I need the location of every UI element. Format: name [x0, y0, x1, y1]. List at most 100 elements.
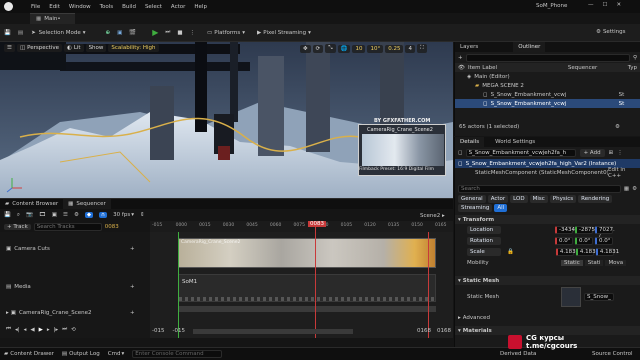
mesh-thumbnail[interactable] [561, 287, 581, 307]
timeline-ruler[interactable]: -015000000150030004500600075009001050120… [150, 221, 453, 232]
snap-icon[interactable]: ∩ [99, 212, 108, 218]
add-icon[interactable]: + [130, 310, 135, 316]
in-frame[interactable]: -015 [152, 328, 164, 334]
rotation-x[interactable]: 0.0° [555, 236, 573, 245]
save-icon[interactable]: 💾 [4, 212, 11, 218]
unreal-logo-icon[interactable] [4, 2, 13, 11]
location-label[interactable]: Location [467, 225, 501, 234]
source-control-button[interactable]: Source Control [592, 351, 633, 357]
maximize-viewport-icon[interactable]: ⛶ [416, 44, 427, 53]
film-icon[interactable]: 🎞 [39, 212, 46, 218]
minimize-icon[interactable]: — [588, 2, 594, 8]
save-icon[interactable]: 💾 [4, 30, 11, 36]
cmd-dropdown[interactable]: Cmd ▾ [108, 351, 124, 357]
jump-start-icon[interactable]: ⏮ [6, 326, 11, 333]
key-icon[interactable]: ◆ [84, 212, 94, 218]
outliner-search[interactable] [465, 53, 630, 62]
camera-icon[interactable]: 📷 [26, 212, 33, 218]
list-item[interactable]: ▰ MEGA SCENE 2 [455, 81, 640, 90]
prev-key-icon[interactable]: ◂| [15, 327, 20, 333]
lit-button[interactable]: ◐ Lit [64, 44, 84, 52]
mobility-static[interactable]: Static [561, 259, 583, 266]
derived-data-button[interactable]: Derived Data [500, 351, 536, 357]
step-icon[interactable]: ⏭ [165, 29, 170, 36]
add-icon[interactable]: + [130, 284, 135, 290]
filter-streaming[interactable]: Streaming [458, 204, 493, 212]
out-frame[interactable]: 0168 [417, 328, 431, 334]
close-icon[interactable]: ✕ [616, 2, 621, 8]
blueprint-icon[interactable]: ⊞ [609, 150, 614, 156]
play-button[interactable]: ▶ [152, 28, 158, 37]
next-frame-icon[interactable]: ▸ [47, 327, 50, 333]
filter-all[interactable]: All [494, 204, 508, 212]
find-icon[interactable]: ⌕ [17, 212, 20, 219]
menu-tools[interactable]: Tools [100, 4, 114, 10]
scale-snap-value[interactable]: 0.25 [385, 44, 404, 53]
component-row[interactable]: StaticMeshComponent (StaticMeshComponent… [455, 167, 640, 179]
location-z[interactable]: 7027.( [595, 225, 615, 240]
tab-world-settings[interactable]: World Settings [490, 139, 540, 145]
render-icon[interactable]: ▣ [52, 212, 57, 218]
selection-mode-button[interactable]: ➤ Selection Mode ▾ [31, 30, 85, 36]
rotation-label[interactable]: Rotation [467, 236, 501, 245]
track-search[interactable]: Search Tracks [33, 222, 102, 231]
play-reverse-icon[interactable]: ◀ [30, 327, 34, 333]
viewport-menu-icon[interactable]: ☰ [4, 44, 15, 52]
scale-z[interactable]: 4.1831 [595, 247, 619, 256]
advanced-section[interactable]: ▸ Advanced [455, 313, 640, 322]
list-item-selected[interactable]: ◻ S_Snow_Embankment_vcwj St [455, 99, 640, 108]
rotation-z[interactable]: 0.0° [595, 236, 613, 245]
platforms-button[interactable]: ▭ Platforms ▾ [207, 30, 245, 36]
edit-cpp-link[interactable]: Edit in C++ [608, 167, 640, 179]
add-icon[interactable]: + [458, 55, 463, 61]
scale-y[interactable]: 4.1831 [575, 247, 599, 256]
grid-snap-value[interactable]: 10 [352, 44, 366, 53]
lock-icon[interactable]: 🔒 [507, 249, 514, 255]
static-mesh-section[interactable]: ▾ Static Mesh [455, 276, 640, 285]
camera-speed-value[interactable]: 4 [405, 44, 415, 53]
in-frame-2[interactable]: -015 [172, 328, 184, 334]
menu-edit[interactable]: Edit [49, 4, 60, 10]
rotate-tool-icon[interactable]: ⟳ [312, 44, 324, 53]
stop-icon[interactable]: ■ [177, 30, 182, 36]
menu-build[interactable]: Build [122, 4, 136, 10]
range-scroll[interactable] [192, 328, 353, 334]
move-tool-icon[interactable]: ✥ [300, 44, 311, 53]
details-search[interactable]: Search [458, 184, 621, 193]
camera-rig-track-bar[interactable] [178, 306, 436, 312]
col-type[interactable]: Typ [628, 65, 637, 71]
menu-select[interactable]: Select [145, 4, 162, 10]
list-item[interactable]: ◻ S_Snow_Embankment_vcwj St [455, 90, 640, 99]
location-y[interactable]: -2875 [575, 225, 595, 234]
prev-frame-icon[interactable]: ◂ [24, 327, 27, 333]
mobility-movable[interactable]: Mova [605, 259, 627, 266]
loop-icon[interactable]: ⟲ [71, 327, 76, 333]
tab-details[interactable]: Details [455, 137, 485, 147]
track-camera-rig[interactable]: ▸ ▣ CameraRig_Crane_Scene2 [6, 310, 92, 316]
next-key-icon[interactable]: |▸ [54, 327, 59, 333]
add-component-button[interactable]: + Add [579, 149, 605, 157]
scalability-button[interactable]: Scalability: High [108, 44, 159, 52]
filter-rendering[interactable]: Rendering [578, 194, 613, 203]
cinematics-icon[interactable]: 🎬 [129, 30, 136, 36]
world-icon[interactable]: 🌐 [337, 44, 351, 53]
settings-button[interactable]: ⚙ Settings [596, 29, 626, 35]
quick-add-icon[interactable]: ⊕ [106, 30, 111, 36]
fps-dropdown[interactable]: 30 fps ▾ [113, 212, 134, 218]
maximize-icon[interactable]: ☐ [603, 2, 608, 8]
blueprint-icon[interactable]: ▣ [117, 30, 122, 36]
scale-label[interactable]: Scale [467, 247, 501, 256]
filter-lod[interactable]: LOD [510, 194, 528, 203]
content-icon[interactable]: ▤ [18, 30, 23, 36]
track-media[interactable]: ▤ Media [6, 284, 31, 290]
playhead[interactable] [315, 221, 316, 338]
perspective-button[interactable]: ◫ Perspective [16, 44, 62, 52]
out-frame-2[interactable]: 0168 [437, 328, 451, 334]
current-frame-field[interactable]: 0083 [105, 224, 119, 230]
tab-layers[interactable]: Layers [455, 44, 483, 50]
camera-preview[interactable]: CameraRig_Crane_Scene2 Filmback Preset: … [358, 124, 446, 176]
camera-cut-clip[interactable]: CameraRig_Crane_Scene2 [178, 238, 436, 268]
static-mesh-picker[interactable]: S_Snow_ [584, 293, 614, 301]
output-log-button[interactable]: ▤ Output Log [62, 351, 100, 357]
console-input[interactable]: Enter Console Command [132, 350, 223, 358]
